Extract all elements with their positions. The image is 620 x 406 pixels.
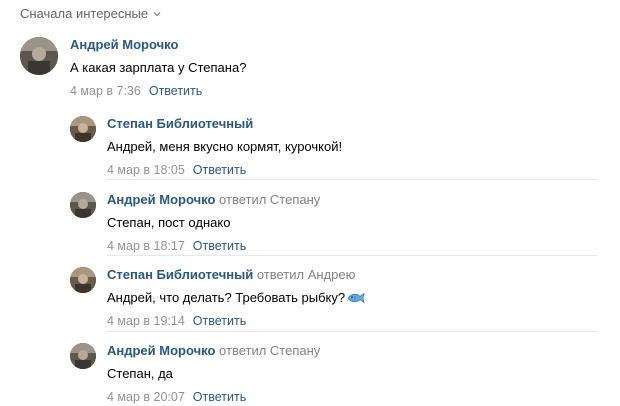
comment-text: Степан, да (107, 366, 173, 381)
reply-button[interactable]: Ответить (149, 84, 202, 98)
divider (107, 331, 598, 332)
comment-date[interactable]: 4 мар в 7:36 (70, 84, 141, 98)
avatar[interactable] (20, 37, 58, 75)
comment-date[interactable]: 4 мар в 18:17 (107, 239, 185, 253)
comment-author[interactable]: Андрей Морочко (70, 37, 178, 52)
comment-author[interactable]: Степан Библиотечный (107, 267, 253, 282)
comment-date[interactable]: 4 мар в 19:14 (107, 314, 185, 328)
comment-author[interactable]: Андрей Морочко (107, 192, 215, 207)
comment-author[interactable]: Андрей Морочко (107, 343, 215, 358)
comment-text: Степан, пост однако (107, 215, 231, 230)
comment: Степан Библиотечный ответил Андрею Андре… (70, 267, 366, 329)
sort-label: Сначала интересные (20, 6, 149, 21)
divider (107, 179, 598, 180)
comment: Андрей Морочко ответил Степану Степан, п… (70, 192, 320, 254)
avatar[interactable] (70, 267, 96, 293)
replied-to[interactable]: ответил Степану (219, 343, 320, 358)
reply-button[interactable]: Ответить (193, 163, 246, 177)
fish-emoji-icon (347, 292, 365, 304)
avatar[interactable] (70, 343, 96, 369)
comment-author[interactable]: Степан Библиотечный (107, 116, 253, 131)
reply-button[interactable]: Ответить (193, 314, 246, 328)
sort-dropdown[interactable]: Сначала интересные (20, 6, 162, 21)
avatar[interactable] (70, 192, 96, 218)
divider (107, 255, 598, 256)
comment-date[interactable]: 4 мар в 20:07 (107, 390, 185, 404)
reply-button[interactable]: Ответить (193, 239, 246, 253)
comment-text: Андрей, что делать? Требовать рыбку? (107, 290, 346, 305)
chevron-down-icon (153, 12, 161, 17)
comment-text-row: Андрей, что делать? Требовать рыбку? (107, 290, 366, 306)
avatar[interactable] (70, 116, 96, 142)
reply-button[interactable]: Ответить (193, 390, 246, 404)
replied-to[interactable]: ответил Степану (219, 192, 320, 207)
comment: Андрей Морочко ответил Степану Степан, д… (70, 343, 320, 405)
comment-text: А какая зарплата у Степана? (70, 60, 247, 75)
comment-date[interactable]: 4 мар в 18:05 (107, 163, 185, 177)
comment-text: Андрей, меня вкусно кормят, курочкой! (107, 139, 343, 154)
replied-to[interactable]: ответил Андрею (257, 267, 356, 282)
comment: Андрей Морочко А какая зарплата у Степан… (20, 37, 246, 99)
comment: Степан Библиотечный Андрей, меня вкусно … (70, 116, 342, 178)
